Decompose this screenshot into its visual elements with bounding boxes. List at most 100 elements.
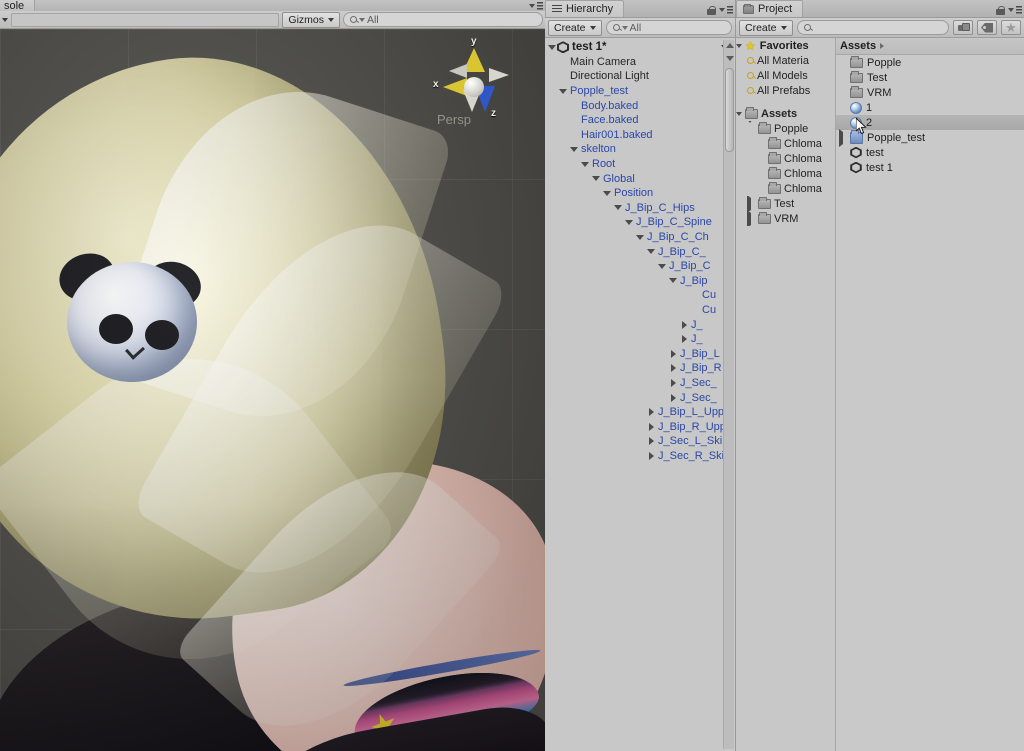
- scrollbar-thumb[interactable]: [725, 68, 734, 152]
- hierarchy-row[interactable]: Main Camera: [545, 55, 735, 70]
- asset-row[interactable]: test: [836, 145, 1024, 160]
- assets-tree-item[interactable]: Test: [736, 196, 835, 211]
- assets-header-row[interactable]: Assets: [736, 106, 835, 121]
- chevron-right-icon[interactable]: [880, 43, 884, 49]
- chevron-right-icon[interactable]: [839, 129, 843, 147]
- scene-search-input[interactable]: All: [343, 12, 543, 27]
- hierarchy-row[interactable]: Position: [545, 186, 735, 201]
- filter-by-type-button[interactable]: [953, 20, 973, 35]
- favorites-item[interactable]: All Models: [736, 68, 835, 83]
- asset-row[interactable]: VRM: [836, 85, 1024, 100]
- hierarchy-row[interactable]: J_Bip_L: [545, 346, 735, 361]
- asset-row[interactable]: 1: [836, 100, 1024, 115]
- panel-menu-icon[interactable]: [529, 1, 543, 11]
- favorites-item[interactable]: All Materia: [736, 53, 835, 68]
- hierarchy-row[interactable]: J_: [545, 332, 735, 347]
- hierarchy-row[interactable]: Global: [545, 171, 735, 186]
- hierarchy-row[interactable]: J_Sec_: [545, 376, 735, 391]
- chevron-down-icon[interactable]: [547, 45, 557, 50]
- hierarchy-row[interactable]: J_Sec_R_Skirt: [545, 449, 735, 464]
- chevron-down-icon[interactable]: [668, 278, 678, 283]
- asset-row[interactable]: Popple: [836, 55, 1024, 70]
- chevron-right-icon[interactable]: [679, 321, 689, 329]
- chevron-right-icon[interactable]: [646, 408, 656, 416]
- hierarchy-row[interactable]: Body.baked: [545, 98, 735, 113]
- chevron-down-icon[interactable]: [569, 147, 579, 152]
- chevron-down-icon[interactable]: [602, 191, 612, 196]
- chevron-right-icon[interactable]: [646, 423, 656, 431]
- gizmo-center-ball[interactable]: [464, 77, 484, 97]
- assets-list[interactable]: PoppleTestVRM12Popple_testtesttest 1: [836, 55, 1024, 175]
- chevron-right-icon[interactable]: [668, 394, 678, 402]
- lock-icon[interactable]: [707, 6, 716, 15]
- gizmo-cone-neg-z[interactable]: [449, 64, 467, 78]
- hierarchy-row[interactable]: J_Bip_L_Upper: [545, 405, 735, 420]
- assets-tree-item[interactable]: VRM: [736, 211, 835, 226]
- hierarchy-row[interactable]: J_Bip_R_Uppe: [545, 419, 735, 434]
- chevron-right-icon[interactable]: [668, 350, 678, 358]
- chevron-right-icon[interactable]: [668, 364, 678, 372]
- assets-tree-item[interactable]: Chloma: [736, 136, 835, 151]
- chevron-right-icon[interactable]: [668, 379, 678, 387]
- hierarchy-row[interactable]: J_Bip_C_Spine: [545, 215, 735, 230]
- chevron-down-icon[interactable]: [558, 89, 568, 94]
- assets-tree-item[interactable]: Chloma: [736, 166, 835, 181]
- asset-row[interactable]: Popple_test: [836, 130, 1024, 145]
- hierarchy-search-input[interactable]: All: [606, 20, 732, 35]
- assets-tree-item[interactable]: Chloma: [736, 151, 835, 166]
- gizmos-dropdown[interactable]: Gizmos: [282, 12, 340, 28]
- assets-tree-item[interactable]: Chloma: [736, 181, 835, 196]
- hierarchy-row[interactable]: J_Bip_R: [545, 361, 735, 376]
- hierarchy-row[interactable]: J_Sec_: [545, 390, 735, 405]
- tab-console[interactable]: sole: [0, 0, 35, 11]
- hierarchy-row[interactable]: Directional Light: [545, 69, 735, 84]
- chevron-right-icon[interactable]: [747, 211, 751, 226]
- chevron-down-icon[interactable]: [613, 205, 623, 210]
- hierarchy-row[interactable]: J_: [545, 317, 735, 332]
- assets-tree-item[interactable]: Popple: [736, 121, 835, 136]
- hierarchy-row[interactable]: skelton: [545, 142, 735, 157]
- project-search-input[interactable]: [797, 20, 949, 35]
- tab-project[interactable]: Project: [736, 0, 803, 17]
- chevron-down-icon[interactable]: [624, 220, 634, 225]
- hierarchy-row[interactable]: J_Bip_C_Ch: [545, 230, 735, 245]
- hierarchy-row[interactable]: J_Bip_C_Hips: [545, 201, 735, 216]
- chevron-down-icon[interactable]: [657, 264, 667, 269]
- chevron-down-icon[interactable]: [635, 235, 645, 240]
- hierarchy-scrollbar[interactable]: [723, 40, 734, 749]
- add-to-favorites-button[interactable]: ★: [1001, 20, 1021, 35]
- hierarchy-row[interactable]: Root: [545, 157, 735, 172]
- hierarchy-row[interactable]: J_Bip_C: [545, 259, 735, 274]
- lock-icon[interactable]: [996, 6, 1005, 15]
- asset-row-selected[interactable]: 2: [836, 115, 1024, 130]
- chevron-down-icon[interactable]: [2, 18, 8, 22]
- chevron-down-icon[interactable]: [736, 112, 742, 116]
- scene-view[interactable]: y x z Persp: [0, 29, 545, 751]
- chevron-right-icon[interactable]: [747, 196, 751, 211]
- hierarchy-create-button[interactable]: Create: [548, 20, 602, 36]
- chevron-down-icon[interactable]: [646, 249, 656, 254]
- project-tree-column[interactable]: ★ Favorites All MateriaAll ModelsAll Pre…: [736, 38, 836, 751]
- chevron-down-icon[interactable]: [736, 44, 742, 48]
- hierarchy-row[interactable]: Cu: [545, 288, 735, 303]
- hierarchy-row[interactable]: Hair001.baked: [545, 128, 735, 143]
- chevron-down-icon[interactable]: [747, 121, 753, 135]
- hierarchy-row[interactable]: Face.baked: [545, 113, 735, 128]
- scroll-up-arrow-icon[interactable]: [726, 43, 734, 48]
- panel-menu-icon[interactable]: [719, 5, 733, 15]
- breadcrumb[interactable]: Assets: [836, 38, 1024, 55]
- hierarchy-row[interactable]: J_Sec_L_Skirt: [545, 434, 735, 449]
- hierarchy-row[interactable]: Cu: [545, 303, 735, 318]
- chevron-down-icon[interactable]: [580, 162, 590, 167]
- filter-by-label-button[interactable]: [977, 20, 997, 35]
- project-content-column[interactable]: Assets PoppleTestVRM12Popple_testtesttes…: [836, 38, 1024, 751]
- hierarchy-row[interactable]: J_Bip_C_: [545, 244, 735, 259]
- hierarchy-row[interactable]: J_Bip: [545, 274, 735, 289]
- tab-hierarchy[interactable]: Hierarchy: [545, 0, 624, 17]
- favorites-header-row[interactable]: ★ Favorites: [736, 38, 835, 53]
- chevron-down-icon[interactable]: [591, 176, 601, 181]
- favorites-item[interactable]: All Prefabs: [736, 83, 835, 98]
- hierarchy-scene-root[interactable]: test 1*: [545, 40, 735, 55]
- project-create-button[interactable]: Create: [739, 20, 793, 36]
- asset-row[interactable]: Test: [836, 70, 1024, 85]
